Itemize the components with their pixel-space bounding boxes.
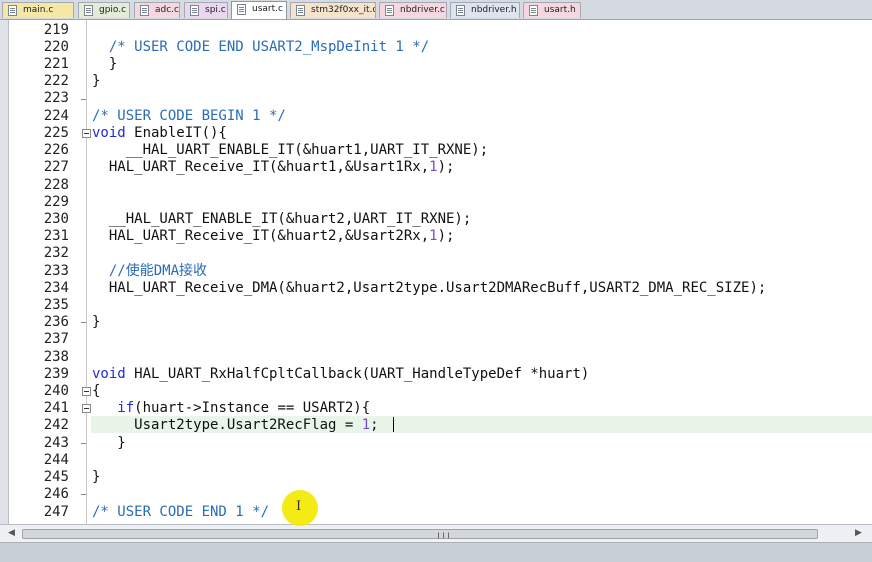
code-line-current: Usart2type.Usart2RecFlag = 1;	[92, 417, 379, 433]
line-number: 241	[43, 400, 69, 416]
code-line: if(huart->Instance == USART2){	[117, 400, 371, 416]
file-icon	[237, 4, 246, 15]
line-number: 228	[43, 177, 69, 193]
tab-label: stm32f0xx_it.c	[311, 5, 376, 15]
line-number: 244	[43, 452, 69, 468]
code-line: }	[92, 314, 101, 330]
tab-stm32f0xx-it-c[interactable]: stm32f0xx_it.c	[290, 2, 376, 18]
file-icon	[296, 5, 305, 16]
tab-label: main.c	[23, 5, 54, 15]
file-icon	[190, 5, 199, 16]
code-line: }	[92, 469, 101, 485]
editor-tab-bar: main.c gpio.c adc.c spi.c usart.c stm32f…	[0, 0, 872, 20]
line-number: 245	[43, 469, 69, 485]
tab-usart-c[interactable]: usart.c	[231, 1, 287, 19]
grip-icon: ❙❙❙	[436, 532, 452, 539]
line-number: 232	[43, 245, 69, 261]
line-number: 243	[43, 435, 69, 451]
file-icon	[84, 5, 93, 16]
tab-spi-c[interactable]: spi.c	[184, 2, 228, 18]
line-number: 240	[43, 383, 69, 399]
line-number: 223	[43, 90, 69, 106]
line-number: 246	[43, 486, 69, 502]
tab-label: usart.c	[252, 4, 283, 14]
tab-label: spi.c	[205, 5, 226, 15]
line-number: 237	[43, 331, 69, 347]
line-number: 225	[43, 125, 69, 141]
line-number: 231	[43, 228, 69, 244]
ibeam-cursor-icon: I	[296, 499, 302, 514]
fold-end-marker	[81, 494, 86, 495]
tab-main-c[interactable]: main.c	[2, 2, 74, 18]
line-number: 233	[43, 263, 69, 279]
tab-nbdriver-c[interactable]: nbdriver.c	[379, 2, 447, 18]
code-line: HAL_UART_Receive_IT(&huart1,&Usart1Rx,1)…	[92, 159, 455, 175]
file-icon	[140, 5, 149, 16]
code-line: /* USER CODE END USART2_MspDeInit 1 */	[92, 39, 430, 55]
tab-gpio-c[interactable]: gpio.c	[78, 2, 130, 18]
fold-end-marker	[81, 443, 86, 444]
fold-end-marker	[81, 99, 86, 100]
tab-label: nbdriver.c	[400, 5, 445, 15]
line-number: 230	[43, 211, 69, 227]
line-number: 226	[43, 142, 69, 158]
code-line: }	[92, 56, 118, 72]
code-line: HAL_UART_Receive_DMA(&huart2,Usart2type.…	[92, 280, 767, 296]
file-icon	[385, 5, 394, 16]
code-editor[interactable]: 219 220 221 222 223 224 225 226 227 228 …	[8, 20, 872, 524]
code-line: HAL_UART_Receive_IT(&huart2,&Usart2Rx,1)…	[92, 228, 455, 244]
line-number: 235	[43, 297, 69, 313]
code-line: __HAL_UART_ENABLE_IT(&huart2,UART_IT_RXN…	[92, 211, 472, 227]
line-number: 221	[43, 56, 69, 72]
scrollbar-thumb[interactable]: ❙❙❙	[22, 529, 818, 539]
text-caret	[393, 417, 394, 432]
line-number: 247	[43, 504, 69, 520]
fold-margin	[86, 20, 87, 524]
tab-label: adc.c	[155, 5, 179, 15]
file-icon	[456, 5, 465, 16]
line-number: 239	[43, 366, 69, 382]
code-line: void EnableIT(){	[92, 125, 227, 141]
code-line: /* USER CODE BEGIN 1 */	[92, 108, 286, 124]
code-line: /* USER CODE END 1 */	[92, 504, 270, 520]
tab-label: gpio.c	[99, 5, 127, 15]
horizontal-scrollbar[interactable]: ◀ ❙❙❙ ▶	[0, 524, 872, 542]
code-line: void HAL_UART_RxHalfCpltCallback(UART_Ha…	[92, 366, 590, 382]
file-icon	[8, 5, 17, 16]
line-number: 224	[43, 108, 69, 124]
fold-minus-icon[interactable]	[82, 129, 91, 138]
bottom-panel-edge	[0, 542, 872, 562]
line-number: 222	[43, 73, 69, 89]
file-icon	[529, 5, 538, 16]
code-line: }	[92, 73, 101, 89]
tab-adc-c[interactable]: adc.c	[134, 2, 180, 18]
tab-usart-h[interactable]: usart.h	[523, 2, 581, 18]
fold-minus-icon[interactable]	[82, 404, 91, 413]
line-number: 229	[43, 194, 69, 210]
fold-minus-icon[interactable]	[82, 387, 91, 396]
scroll-right-icon[interactable]: ▶	[855, 528, 862, 538]
tab-label: nbdriver.h	[471, 5, 517, 15]
code-line: __HAL_UART_ENABLE_IT(&huart1,UART_IT_RXN…	[92, 142, 489, 158]
line-number: 234	[43, 280, 69, 296]
line-number: 227	[43, 159, 69, 175]
code-line: //使能DMA接收	[92, 263, 208, 279]
scroll-left-icon[interactable]: ◀	[8, 528, 15, 538]
tab-label: usart.h	[544, 5, 576, 15]
code-line: }	[92, 435, 126, 451]
line-number: 236	[43, 314, 69, 330]
line-number: 220	[43, 39, 69, 55]
line-number: 242	[43, 417, 69, 433]
line-number: 219	[43, 22, 69, 38]
fold-end-marker	[81, 322, 86, 323]
line-number: 238	[43, 349, 69, 365]
tab-nbdriver-h[interactable]: nbdriver.h	[450, 2, 520, 18]
code-line: {	[92, 383, 101, 399]
